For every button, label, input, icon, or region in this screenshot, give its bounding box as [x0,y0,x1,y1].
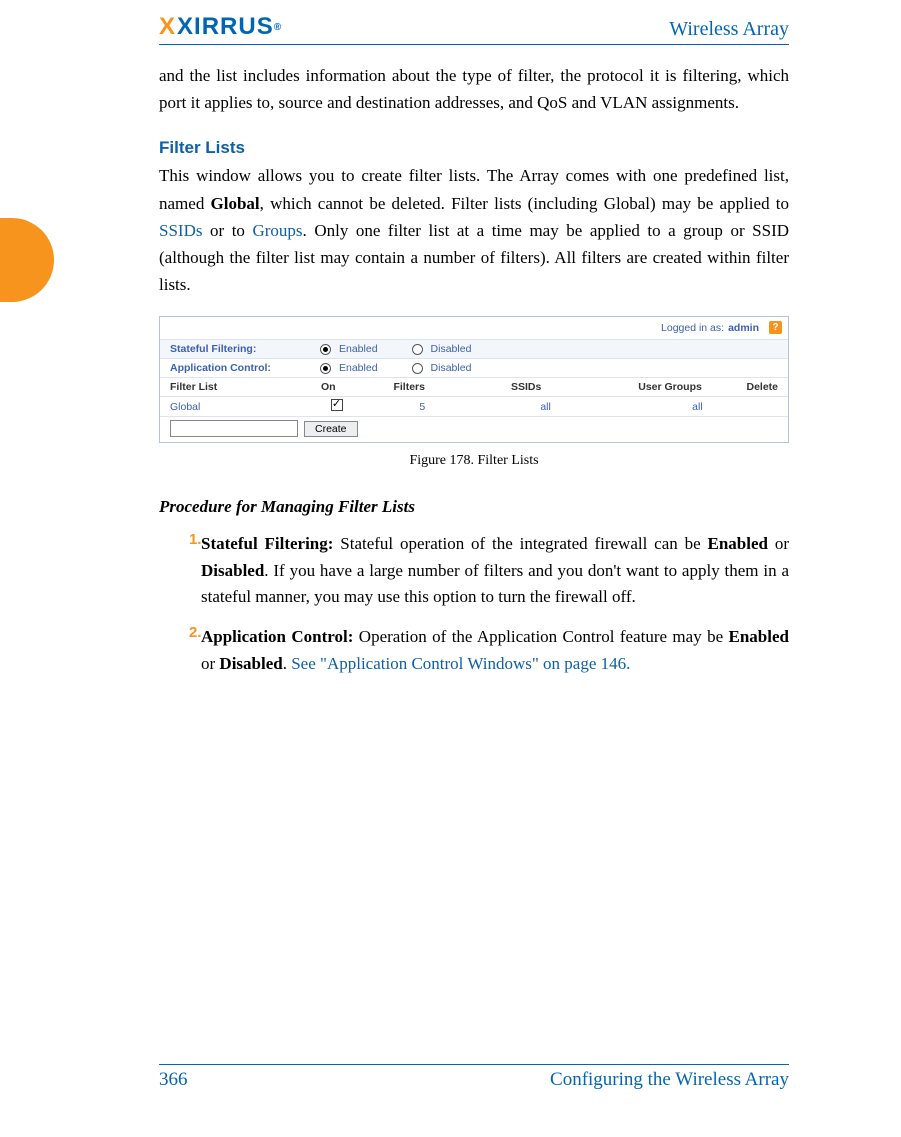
item-text: . [283,654,292,673]
create-button[interactable]: Create [304,421,358,437]
item-number: 2. [159,624,201,677]
page-number: 366 [159,1069,188,1091]
logo-accent: X [159,13,176,41]
list-item: 2. Application Control: Operation of the… [159,624,789,677]
section-heading: Filter Lists [159,138,789,158]
item-text: or [768,534,789,553]
col-on: On [297,381,360,393]
figure-caption: Figure 178. Filter Lists [159,453,789,469]
stateful-disabled-radio[interactable] [412,344,423,355]
item-text: Operation of the Application Control fea… [353,627,728,646]
radio-label-enabled: Enabled [339,362,378,374]
link-ssids[interactable]: SSIDs [159,221,202,240]
login-bar: Logged in as: admin ? [160,317,788,339]
body-global: Global [211,194,260,213]
side-thumb-tab [0,218,54,302]
item-lead: Stateful Filtering: [201,534,333,553]
create-row: Create [160,416,788,442]
intro-paragraph: and the list includes information about … [159,62,789,116]
col-delete: Delete [746,381,782,393]
cell-on [304,399,370,414]
brand-reg: ® [274,22,282,33]
item-b2: Disabled [201,561,264,580]
col-ssids: SSIDs [459,381,594,393]
appcontrol-disabled-radio[interactable] [412,363,423,374]
logged-in-user: admin [728,322,759,334]
body-text: or to [202,221,252,240]
cell-filters[interactable]: 5 [370,401,474,413]
cell-usergroups[interactable]: all [617,401,778,413]
stateful-label: Stateful Filtering: [170,343,300,355]
col-filterlist: Filter List [166,381,297,393]
brand-text: XIRRUS [177,13,274,41]
page-footer: 366 Configuring the Wireless Array [159,1069,789,1091]
link-groups[interactable]: Groups [252,221,302,240]
appcontrol-row: Application Control: Enabled Disabled [160,358,788,377]
item-b2: Disabled [219,654,282,673]
col-usergroups: User Groups [594,381,747,393]
cell-name[interactable]: Global [166,401,304,413]
header-rule [159,44,789,45]
radio-label-disabled: Disabled [431,343,472,355]
item-link[interactable]: See "Application Control Windows" on pag… [291,654,630,673]
radio-label-enabled: Enabled [339,343,378,355]
procedure-list: 1. Stateful Filtering: Stateful operatio… [159,531,789,677]
figure-screenshot: Logged in as: admin ? Stateful Filtering… [159,316,789,443]
table-row: Global 5 all all [160,397,788,416]
item-lead: Application Control: [201,627,353,646]
item-body: Application Control: Operation of the Ap… [201,624,789,677]
logged-in-label: Logged in as: [661,322,724,334]
item-text: or [201,654,219,673]
item-b1: Enabled [708,534,768,553]
list-item: 1. Stateful Filtering: Stateful operatio… [159,531,789,610]
col-filters: Filters [360,381,459,393]
appcontrol-enabled-radio[interactable] [320,363,331,374]
help-icon[interactable]: ? [769,321,782,334]
page-title: Wireless Array [669,18,789,41]
appcontrol-label: Application Control: [170,362,300,374]
table-header: Filter List On Filters SSIDs User Groups… [160,377,788,397]
new-filterlist-input[interactable] [170,420,298,437]
brand-logo: XXIRRUS® [159,13,282,41]
stateful-filtering-row: Stateful Filtering: Enabled Disabled [160,339,788,358]
body-paragraph: This window allows you to create filter … [159,162,789,298]
item-body: Stateful Filtering: Stateful operation o… [201,531,789,610]
procedure-heading: Procedure for Managing Filter Lists [159,497,789,517]
item-text: . If you have a large number of filters … [201,561,789,606]
item-b1: Enabled [729,627,789,646]
chapter-title: Configuring the Wireless Array [550,1069,789,1091]
item-text: Stateful operation of the integrated fir… [333,534,707,553]
footer-rule [159,1064,789,1065]
item-number: 1. [159,531,201,610]
radio-label-disabled: Disabled [431,362,472,374]
on-checkbox[interactable] [331,399,343,411]
cell-ssids[interactable]: all [474,401,616,413]
body-text: , which cannot be deleted. Filter lists … [260,194,789,213]
stateful-enabled-radio[interactable] [320,344,331,355]
